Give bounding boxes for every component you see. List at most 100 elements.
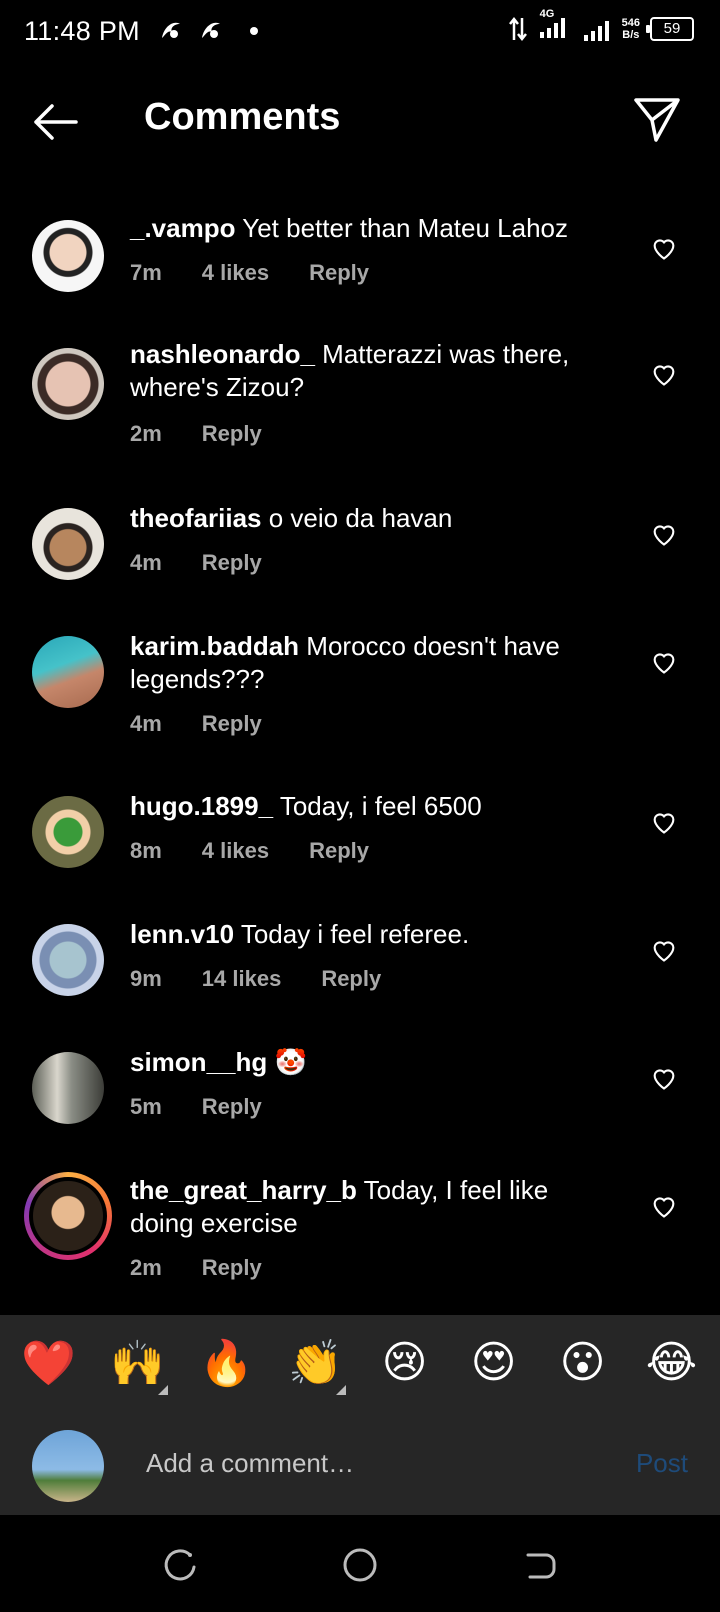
app-notification-icon <box>202 22 220 38</box>
quick-reactions-bar: ❤️ 🙌 🔥 👏 😢 😍 😮 😂 <box>0 1315 720 1410</box>
signal-icon <box>583 20 609 41</box>
arrow-left-icon <box>34 104 78 140</box>
comment-username[interactable]: nashleonardo_ <box>130 339 315 369</box>
comment-body: Today, i feel 6500 <box>279 791 482 821</box>
avatar[interactable] <box>32 796 104 868</box>
reply-button[interactable]: Reply <box>202 550 262 576</box>
reply-button[interactable]: Reply <box>202 711 262 737</box>
home-icon[interactable] <box>340 1545 380 1585</box>
reply-button[interactable]: Reply <box>202 1094 262 1120</box>
data-transfer-icon <box>508 16 527 41</box>
comments-header: Comments <box>0 80 720 160</box>
system-indicators: 4G 546 B/s 59 <box>508 8 694 43</box>
avatar[interactable] <box>32 348 104 420</box>
paper-plane-icon <box>634 98 680 142</box>
avatar[interactable] <box>32 924 104 996</box>
comment-time: 7m <box>130 260 162 285</box>
comment-body: o veio da havan <box>268 503 453 533</box>
network-speed: 546 B/s <box>622 17 640 41</box>
comment-text: simon__hg 🤡 <box>130 1046 600 1079</box>
comment-username[interactable]: the_great_harry_b <box>130 1175 357 1205</box>
dot-icon <box>250 27 258 35</box>
system-nav-bar <box>0 1515 720 1612</box>
comment-username[interactable]: _.vampo <box>130 213 236 243</box>
reaction-crying[interactable]: 😢 <box>365 1337 445 1388</box>
reply-button[interactable]: Reply <box>321 966 381 992</box>
comment-text: _.vampo Yet better than Mateu Lahoz <box>130 212 600 245</box>
comment-meta: 4m Reply <box>130 550 262 576</box>
reaction-clap[interactable]: 👏 <box>276 1337 356 1395</box>
comment-text: the_great_harry_b Today, I feel like doi… <box>130 1174 600 1240</box>
app-notification-icon <box>162 22 180 38</box>
comment-time: 2m <box>130 1255 162 1280</box>
comment-text: lenn.v10 Today i feel referee. <box>130 918 600 951</box>
battery-level: 59 <box>663 19 681 37</box>
comment-time: 2m <box>130 421 162 446</box>
comment-meta: 9m 14 likes Reply <box>130 966 381 992</box>
heart-icon[interactable] <box>650 936 678 964</box>
reaction-fire[interactable]: 🔥 <box>187 1337 267 1389</box>
page-title: Comments <box>144 96 341 138</box>
comment-likes[interactable]: 14 likes <box>202 966 282 992</box>
post-button[interactable]: Post <box>636 1448 688 1479</box>
comment-likes[interactable]: 4 likes <box>202 260 269 286</box>
reply-button[interactable]: Reply <box>202 421 262 447</box>
comment-likes[interactable]: 4 likes <box>202 838 269 864</box>
back-button[interactable] <box>30 100 82 144</box>
reaction-laughing[interactable]: 😂 <box>632 1337 712 1388</box>
avatar[interactable] <box>32 508 104 580</box>
comment-username[interactable]: hugo.1899_ <box>130 791 273 821</box>
heart-icon[interactable] <box>650 360 678 388</box>
reply-button[interactable]: Reply <box>309 260 369 286</box>
status-time: 11:48 PM <box>24 16 140 46</box>
heart-icon[interactable] <box>650 1064 678 1092</box>
recent-apps-icon[interactable] <box>160 1545 200 1585</box>
heart-icon[interactable] <box>650 1192 678 1220</box>
comment-time: 8m <box>130 838 162 863</box>
network-type: 4G <box>539 8 555 20</box>
reply-button[interactable]: Reply <box>202 1255 262 1281</box>
comment-time: 5m <box>130 1094 162 1119</box>
share-button[interactable] <box>632 94 682 144</box>
comment-time: 9m <box>130 966 162 991</box>
comment-meta: 2m Reply <box>130 1255 262 1281</box>
heart-icon[interactable] <box>650 234 678 262</box>
notification-icons <box>158 18 258 44</box>
avatar[interactable] <box>32 636 104 708</box>
reaction-heart-eyes[interactable]: 😍 <box>454 1337 534 1388</box>
comment-meta: 7m 4 likes Reply <box>130 260 369 286</box>
avatar[interactable] <box>32 1052 104 1124</box>
comment-time: 4m <box>130 550 162 575</box>
comment-input[interactable] <box>144 1442 568 1484</box>
reaction-heart[interactable]: ❤️ <box>9 1337 89 1389</box>
heart-icon[interactable] <box>650 648 678 676</box>
current-user-avatar <box>32 1430 104 1502</box>
comment-username[interactable]: lenn.v10 <box>130 919 234 949</box>
comment-text: nashleonardo_ Matterazzi was there, wher… <box>130 338 600 404</box>
back-nav-icon[interactable] <box>520 1545 560 1585</box>
comment-text: karim.baddah Morocco doesn't have legend… <box>130 630 600 696</box>
status-bar: 11:48 PM 4G 546 B/s 59 <box>0 0 720 66</box>
comment-body: Yet better than Mateu Lahoz <box>242 213 568 243</box>
comment-meta: 2m Reply <box>130 421 262 447</box>
reaction-surprised[interactable]: 😮 <box>543 1337 623 1388</box>
comment-composer: Post <box>0 1410 720 1515</box>
comment-username[interactable]: theofariias <box>130 503 262 533</box>
comment-text: hugo.1899_ Today, i feel 6500 <box>130 790 600 823</box>
reply-button[interactable]: Reply <box>309 838 369 864</box>
network-speed-value: 546 <box>621 16 640 29</box>
reaction-raised-hands[interactable]: 🙌 <box>98 1337 178 1395</box>
comment-body: 🤡 <box>274 1047 307 1077</box>
comment-username[interactable]: karim.baddah <box>130 631 299 661</box>
heart-icon[interactable] <box>650 520 678 548</box>
comment-meta: 5m Reply <box>130 1094 262 1120</box>
comment-text: theofariias o veio da havan <box>130 502 600 535</box>
battery-icon: 59 <box>646 16 694 41</box>
heart-icon[interactable] <box>650 808 678 836</box>
avatar-story-ring[interactable] <box>24 1172 112 1260</box>
comment-body: Today i feel referee. <box>240 919 470 949</box>
avatar[interactable] <box>32 220 104 292</box>
comment-meta: 8m 4 likes Reply <box>130 838 369 864</box>
comment-time: 4m <box>130 711 162 736</box>
comment-username[interactable]: simon__hg <box>130 1047 267 1077</box>
